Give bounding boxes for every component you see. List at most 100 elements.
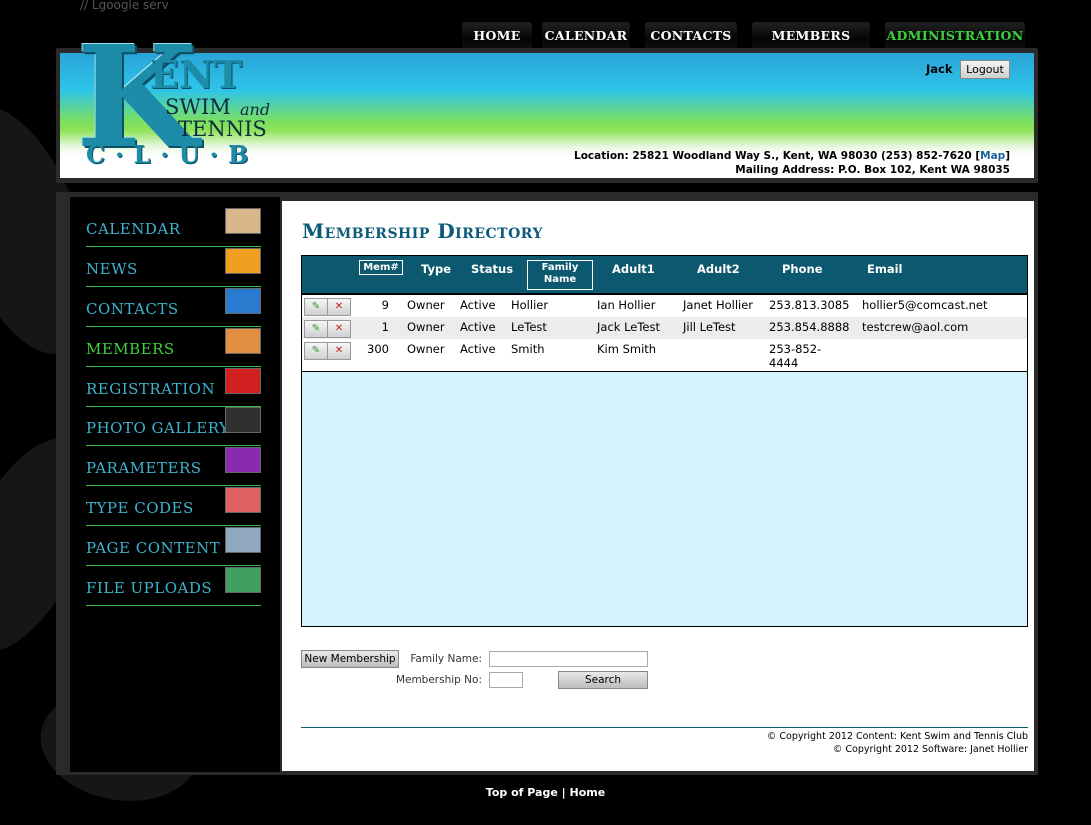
cell-email[interactable]: testcrew@aol.com <box>862 320 968 334</box>
cell-phone: 253.813.3085 <box>769 298 850 312</box>
sidebar-item-label: CONTACTS <box>86 300 179 318</box>
sidebar-item-label: PHOTO GALLERY <box>86 419 230 437</box>
cell-phone-line2: 4444 <box>769 356 799 370</box>
sidebar-item-parameters[interactable]: PARAMETERS <box>86 445 261 486</box>
delete-icon[interactable]: ✕ <box>327 342 351 360</box>
location-suffix: ] <box>1005 150 1010 162</box>
cell-family: LeTest <box>511 320 547 334</box>
bottom-links: Top of Page | Home <box>0 786 1091 799</box>
cell-type: Owner <box>407 342 445 356</box>
membership-no-label: Membership No: <box>395 674 482 686</box>
cell-adult1: Kim Smith <box>597 342 657 356</box>
cell-phone: 253-852- <box>769 342 822 356</box>
top-of-page-link[interactable]: Top of Page <box>486 786 558 799</box>
members-icon <box>225 328 261 354</box>
cell-adult2: Jill LeTest <box>683 320 736 334</box>
page-content-icon <box>225 527 261 553</box>
cell-adult1: Ian Hollier <box>597 298 656 312</box>
page-title: Membership Directory <box>302 219 543 243</box>
cell-email[interactable]: hollier5@comcast.net <box>862 298 988 312</box>
cell-phone: 253.854.8888 <box>769 320 850 334</box>
nav-members-only[interactable]: MEMBERS ONLY <box>752 22 870 71</box>
table-row: ✎ ✕ 300 Owner Active Smith Kim Smith 253… <box>302 339 1027 371</box>
delete-icon[interactable]: ✕ <box>327 320 351 338</box>
header-phone[interactable]: Phone <box>782 262 823 276</box>
file-uploads-icon <box>225 567 261 593</box>
membership-no-input[interactable] <box>489 672 523 688</box>
cell-mem: 300 <box>367 342 389 356</box>
cell-type: Owner <box>407 298 445 312</box>
location-prefix: Location: 25821 Woodland Way S., Kent, W… <box>574 150 981 162</box>
logo-club: C·L·U·B <box>86 140 259 169</box>
edit-icon[interactable]: ✎ <box>304 342 328 360</box>
edit-icon[interactable]: ✎ <box>304 320 328 338</box>
copyright-content: © Copyright 2012 Content: Kent Swim and … <box>766 731 1028 742</box>
cell-family: Hollier <box>511 298 549 312</box>
header-mem[interactable]: Mem# <box>359 260 403 275</box>
cell-mem: 1 <box>381 320 389 334</box>
sidebar-item-file-uploads[interactable]: FILE UPLOADS <box>86 565 261 606</box>
sidebar-item-photo-gallery[interactable]: PHOTO GALLERY <box>86 405 261 446</box>
logo-ent: ENT <box>150 52 242 97</box>
sidebar-item-label: PARAMETERS <box>86 459 202 477</box>
sidebar-item-label: MEMBERS <box>86 340 175 358</box>
cell-adult2: Janet Hollier <box>683 298 754 312</box>
cell-status: Active <box>460 320 496 334</box>
sidebar-item-contacts[interactable]: CONTACTS <box>86 286 261 327</box>
header-email[interactable]: Email <box>867 262 902 276</box>
header-adult2[interactable]: Adult2 <box>697 262 740 276</box>
header-adult1[interactable]: Adult1 <box>612 262 655 276</box>
map-link[interactable]: Map <box>980 150 1005 162</box>
link-separator: | <box>561 786 566 799</box>
sidebar-item-page-content[interactable]: PAGE CONTENT <box>86 525 261 566</box>
sidebar-item-label: CALENDAR <box>86 220 181 238</box>
cell-family: Smith <box>511 342 545 356</box>
family-name-label: Family Name: <box>410 653 482 665</box>
sidebar-item-label: TYPE CODES <box>86 499 194 517</box>
sidebar-item-calendar[interactable]: CALENDAR <box>86 206 261 247</box>
news-icon <box>225 248 261 274</box>
cell-adult1: Jack LeTest <box>597 320 661 334</box>
calendar-icon <box>225 208 261 234</box>
family-name-input[interactable] <box>489 651 648 667</box>
nav-administration[interactable]: ADMINISTRATION <box>885 22 1025 50</box>
table-body: ✎ ✕ 9 Owner Active Hollier Ian Hollier J… <box>302 295 1027 372</box>
copyright-software: © Copyright 2012 Software: Janet Hollier <box>832 744 1028 755</box>
sidebar-item-label: NEWS <box>86 260 138 278</box>
logo-tennis: TENNIS <box>178 117 267 141</box>
camera-icon <box>225 407 261 433</box>
sidebar-item-registration[interactable]: REGISTRATION <box>86 366 261 407</box>
parameters-icon <box>225 447 261 473</box>
sidebar-item-label: REGISTRATION <box>86 380 216 398</box>
header-type[interactable]: Type <box>421 262 451 276</box>
user-name: Jack <box>926 62 953 76</box>
registration-icon <box>225 368 261 394</box>
nav-calendar[interactable]: CALENDAR <box>542 22 630 50</box>
table-row: ✎ ✕ 1 Owner Active LeTest Jack LeTest Ji… <box>302 317 1027 339</box>
sidebar-item-label: PAGE CONTENT <box>86 539 221 557</box>
footer-divider <box>301 727 1028 728</box>
mailing-address: Mailing Address: P.O. Box 102, Kent WA 9… <box>735 164 1010 176</box>
search-button[interactable]: Search <box>558 671 648 689</box>
logout-button[interactable]: Logout <box>960 60 1010 79</box>
header-status[interactable]: Status <box>471 262 513 276</box>
sidebar-item-type-codes[interactable]: TYPE CODES <box>86 485 261 526</box>
membership-table: Mem# Type Status Family Name Adult1 Adul… <box>301 255 1028 627</box>
delete-icon[interactable]: ✕ <box>327 298 351 316</box>
sidebar-item-news[interactable]: NEWS <box>86 246 261 287</box>
sidebar-item-members[interactable]: MEMBERS <box>86 326 261 367</box>
cell-status: Active <box>460 342 496 356</box>
table-header: Mem# Type Status Family Name Adult1 Adul… <box>302 256 1027 295</box>
page-comment: // Lgoogle serv <box>80 0 169 12</box>
location-text: Location: 25821 Woodland Way S., Kent, W… <box>574 150 1010 162</box>
cell-status: Active <box>460 298 496 312</box>
new-membership-button[interactable]: New Membership <box>301 650 399 668</box>
home-link[interactable]: Home <box>570 786 606 799</box>
sidebar-item-label: FILE UPLOADS <box>86 579 213 597</box>
nav-home[interactable]: HOME <box>462 22 532 50</box>
nav-contacts[interactable]: CONTACTS <box>645 22 737 50</box>
header-family-name[interactable]: Family Name <box>527 260 593 290</box>
edit-icon[interactable]: ✎ <box>304 298 328 316</box>
logo-swim: SWIM <box>165 95 231 119</box>
table-row: ✎ ✕ 9 Owner Active Hollier Ian Hollier J… <box>302 295 1027 317</box>
